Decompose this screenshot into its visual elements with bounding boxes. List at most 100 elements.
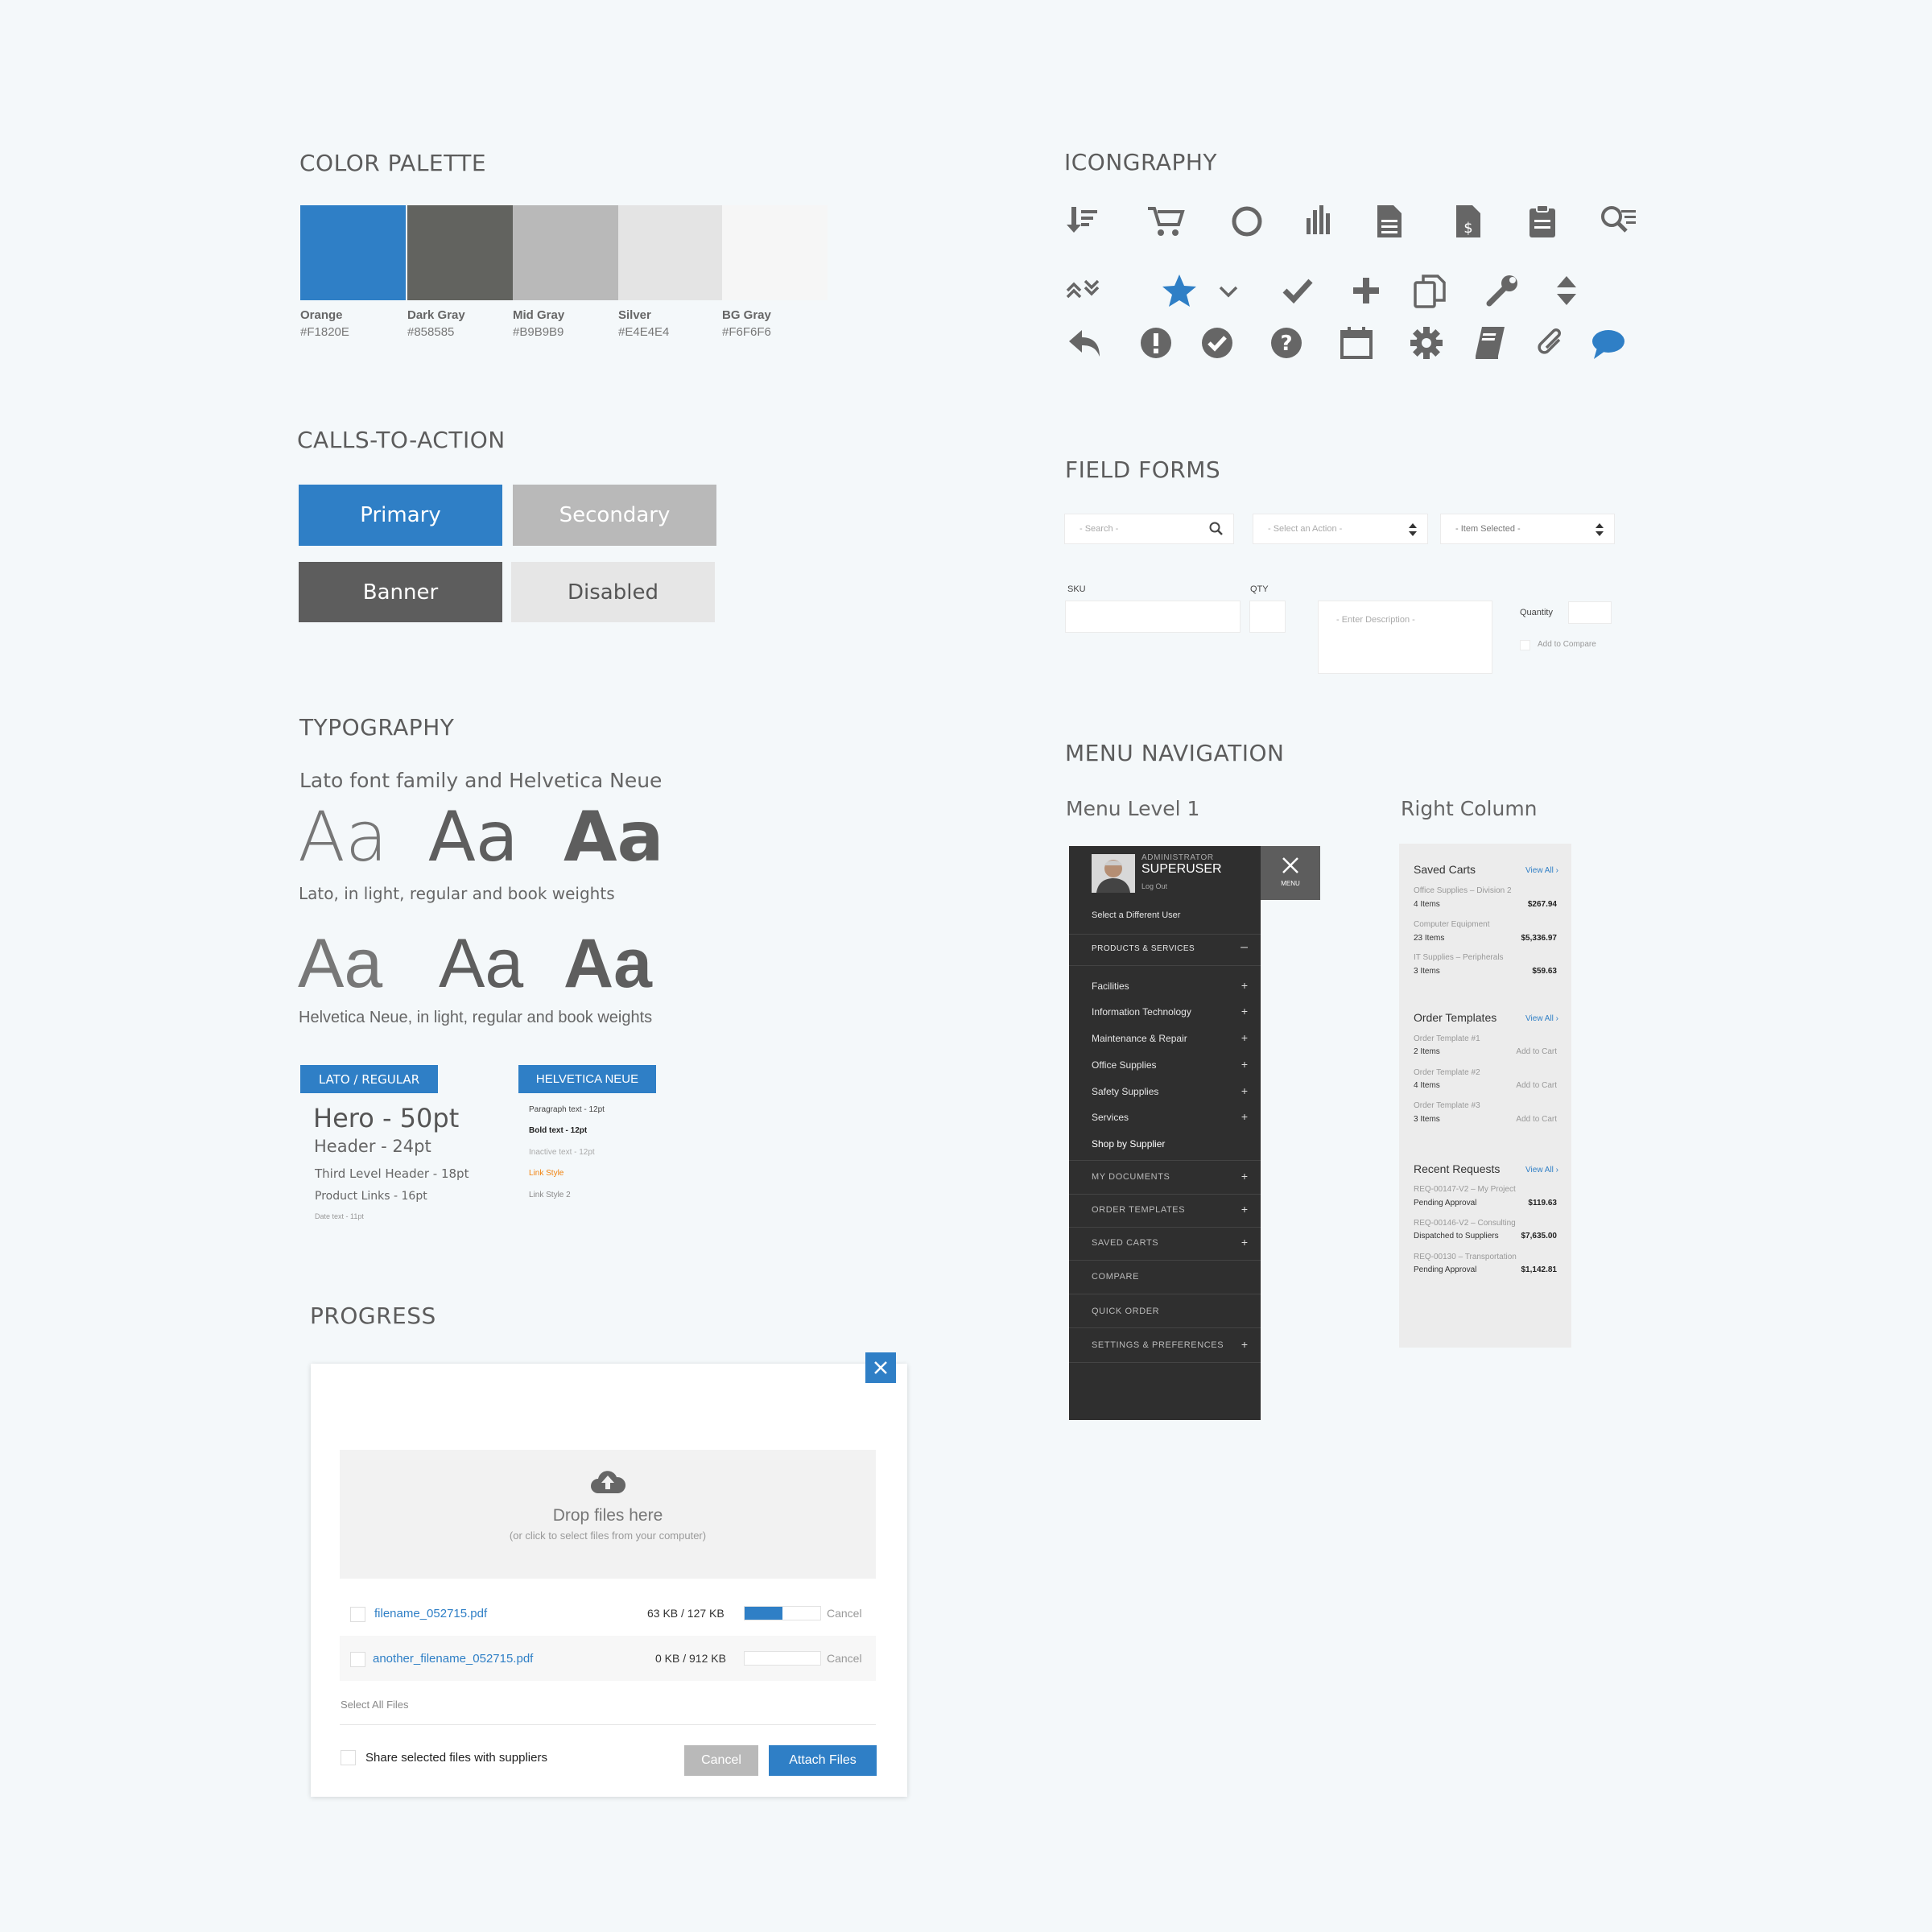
copy-icon[interactable] [1410,271,1449,310]
link-style-2-sample[interactable]: Link Style 2 [529,1191,571,1199]
action-select[interactable]: - Select an Action - [1253,514,1428,544]
paperclip-icon[interactable] [1532,324,1571,362]
quantity-field[interactable] [1568,601,1612,624]
menu-item-shop-supplier[interactable]: Shop by Supplier [1092,1138,1165,1150]
cart-items: 3 Items [1414,967,1440,976]
primary-button[interactable]: Primary [299,485,502,546]
cart-price: $267.94 [1527,900,1557,909]
item-select[interactable]: - Item Selected - [1440,514,1615,544]
cancel-button[interactable]: Cancel [684,1745,758,1776]
add-to-cart-link[interactable]: Add to Cart [1516,1115,1557,1124]
help-icon[interactable]: ? [1267,324,1306,362]
collapse-icon[interactable]: – [1241,940,1248,955]
file-checkbox[interactable] [350,1607,365,1622]
request-status: Dispatched to Suppliers [1414,1232,1499,1241]
star-icon[interactable] [1160,271,1199,310]
dialog-close-button[interactable] [865,1352,896,1383]
order-templates-heading: Order Templates [1414,1011,1497,1024]
description-field[interactable]: - Enter Description - [1318,601,1492,674]
menu-item-maintenance[interactable]: Maintenance & Repair [1092,1033,1187,1044]
file-size: 63 KB / 127 KB [647,1607,724,1620]
add-to-cart-link[interactable]: Add to Cart [1516,1081,1557,1090]
color-swatch [407,205,513,300]
menu-item-office[interactable]: Office Supplies [1092,1059,1157,1071]
template-name[interactable]: Order Template #3 [1414,1101,1480,1110]
expand-icon[interactable]: + [1241,1084,1248,1097]
expand-icon[interactable]: + [1241,1110,1248,1123]
secondary-button[interactable]: Secondary [513,485,716,546]
template-name[interactable]: Order Template #2 [1414,1068,1480,1077]
menu-saved-carts[interactable]: SAVED CARTS [1092,1238,1158,1248]
share-label: Share selected files with suppliers [365,1751,547,1765]
search-input[interactable]: - Search - [1064,514,1234,544]
menu-compare[interactable]: COMPARE [1092,1272,1139,1282]
expand-icon[interactable]: + [1241,1005,1248,1018]
menu-settings[interactable]: SETTINGS & PREFERENCES [1092,1340,1224,1350]
products-services-header[interactable]: PRODUCTS & SERVICES [1092,944,1195,953]
expand-icon[interactable]: + [1241,979,1248,992]
drop-title: Drop files here [552,1506,663,1525]
template-name[interactable]: Order Template #1 [1414,1034,1480,1043]
expand-icon[interactable]: + [1241,1058,1248,1071]
cart-name[interactable]: Office Supplies – Division 2 [1414,886,1512,895]
request-name[interactable]: REQ-00147-V2 – My Project [1414,1185,1516,1194]
cart-items: 4 Items [1414,900,1440,909]
banner-button[interactable]: Banner [299,562,502,622]
menu-label: MENU [1281,880,1300,887]
qty-field[interactable] [1249,601,1286,633]
expand-icon[interactable]: + [1241,1338,1248,1351]
lato-light-sample: Aa [298,797,388,877]
expand-icon[interactable]: + [1241,1170,1248,1183]
request-name[interactable]: REQ-00146-V2 – Consulting [1414,1219,1516,1228]
header-sample: Header - 24pt [314,1137,431,1156]
file-name-link[interactable]: another_filename_052715.pdf [373,1652,533,1666]
calendar-icon[interactable] [1337,324,1376,362]
menu-close-button[interactable]: MENU [1261,846,1320,900]
share-checkbox[interactable] [341,1750,356,1765]
menu-my-documents[interactable]: MY DOCUMENTS [1092,1172,1170,1182]
expand-icon[interactable]: + [1241,1203,1248,1216]
menu-item-facilities[interactable]: Facilities [1092,980,1129,992]
logout-link[interactable]: Log Out [1141,882,1167,890]
add-to-cart-link[interactable]: Add to Cart [1516,1047,1557,1056]
expand-icon[interactable]: + [1241,1031,1248,1044]
hero-sample: Hero - 50pt [313,1103,460,1133]
menu-item-services[interactable]: Services [1092,1112,1129,1123]
attach-files-button[interactable]: Attach Files [769,1745,877,1776]
cart-name[interactable]: Computer Equipment [1414,920,1490,929]
progress-bar [744,1606,821,1620]
select-all-link[interactable]: Select All Files [341,1699,409,1711]
compare-checkbox[interactable] [1520,640,1530,650]
file-checkbox[interactable] [350,1652,365,1667]
progress-title: PROGRESS [310,1302,436,1329]
link-style-sample[interactable]: Link Style [529,1169,564,1178]
select-user-link[interactable]: Select a Different User [1092,910,1180,920]
swatch-name: BG Gray [722,308,771,322]
view-all-link[interactable]: View All › [1525,1166,1558,1174]
view-all-link[interactable]: View All › [1525,1014,1558,1023]
file-cancel-link[interactable]: Cancel [827,1652,862,1665]
request-name[interactable]: REQ-00130 – Transportation [1414,1253,1517,1261]
wrench-icon [1483,271,1521,310]
file-name-link[interactable]: filename_052715.pdf [374,1607,487,1620]
menu-item-it[interactable]: Information Technology [1092,1006,1191,1018]
helvetica-light-sample: Aa [298,925,383,1002]
file-cancel-link[interactable]: Cancel [827,1607,862,1620]
menu-order-templates[interactable]: ORDER TEMPLATES [1092,1205,1185,1215]
view-all-link[interactable]: View All › [1525,866,1558,875]
sku-field[interactable] [1065,601,1241,633]
expand-icon[interactable]: + [1241,1236,1248,1249]
menu-nav-title: MENU NAVIGATION [1065,740,1285,766]
reply-icon[interactable] [1066,324,1104,362]
menu-quick-order[interactable]: QUICK ORDER [1092,1307,1159,1316]
sort-updown-icon[interactable] [1547,271,1586,310]
chat-icon[interactable] [1587,324,1626,362]
gear-icon[interactable] [1407,324,1446,362]
drop-zone[interactable]: Drop files here (or click to select file… [340,1450,876,1579]
plus-icon[interactable] [1347,271,1385,310]
menu-item-safety[interactable]: Safety Supplies [1092,1086,1158,1097]
user-role: ADMINISTRATOR [1141,853,1214,862]
quantity-label: Quantity [1520,608,1553,617]
cart-name[interactable]: IT Supplies – Peripherals [1414,953,1504,962]
chevron-down-icon[interactable] [1209,271,1248,310]
